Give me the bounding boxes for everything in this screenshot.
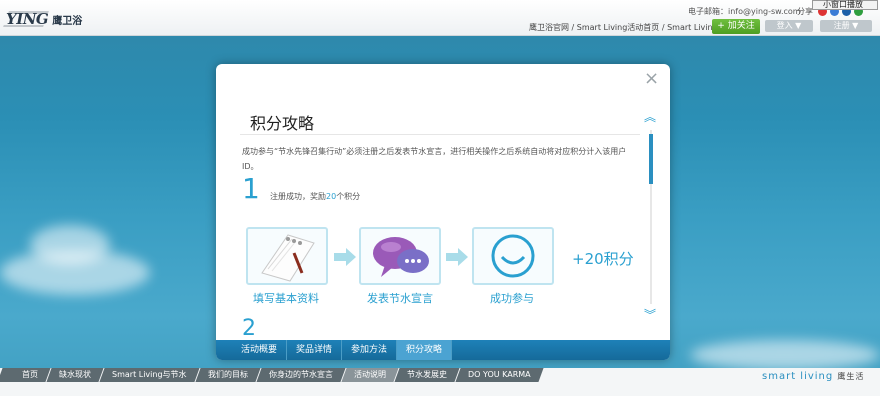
footer-nav-label: 我们的目标	[207, 370, 248, 379]
scroll-down-icon[interactable]: ︾	[644, 309, 656, 321]
notepad-icon	[246, 227, 328, 285]
footer-nav-label: 首页	[22, 370, 38, 379]
site-footer: 首页 缺水现状 Smart Living与节水 我们的目标 你身边的节水宣言 活…	[0, 368, 880, 396]
speech-bubbles-icon	[359, 227, 441, 285]
footer-nav-item[interactable]: DO YOU KARMA	[454, 368, 543, 382]
flow-arrow-tail	[446, 253, 458, 261]
step-1-text: 注册成功，奖励20个积分	[270, 191, 360, 202]
share-label: 分享	[797, 7, 813, 16]
tab-prizes[interactable]: 奖品详情	[287, 340, 343, 360]
scroll-up-icon[interactable]: ︽	[644, 111, 656, 123]
step-1-text-before: 注册成功，奖励	[270, 192, 326, 201]
login-button[interactable]: 登入 ▼	[765, 20, 813, 32]
footer-nav-label: Smart Living与节水	[112, 370, 187, 379]
step-1-text-after: 个积分	[336, 192, 361, 201]
breadcrumb[interactable]: 鹰卫浴官网 / Smart Living活动首页 / Smart Living微…	[529, 22, 734, 33]
flow-step-label: 发表节水宣言	[367, 292, 433, 305]
flow-arrow-icon	[346, 248, 356, 266]
modal-title: 积分攻略	[250, 114, 315, 133]
smile-icon	[472, 227, 554, 285]
footer-nav-item[interactable]: Smart Living与节水	[99, 368, 200, 382]
footer-nav-label: 活动说明	[353, 370, 386, 379]
logo-text: 鹰卫浴	[52, 15, 83, 27]
close-icon[interactable]: ×	[644, 70, 659, 88]
step-1-number: 1	[242, 172, 260, 205]
follow-button[interactable]: + 加关注	[712, 19, 760, 34]
footer-nav-label: 缺水现状	[59, 370, 91, 379]
popup-player-button[interactable]: 小窗口播放	[812, 0, 878, 10]
footer-nav-label: DO YOU KARMA	[467, 370, 531, 379]
footer-brand: smart living 鹰生活	[762, 371, 864, 382]
brand-cn-text: 鹰生活	[837, 372, 865, 381]
tab-how-to-join[interactable]: 参加方法	[342, 340, 398, 360]
site-header: YING 鹰卫浴 电子邮箱：info@ying-sw.com 分享 小窗口播放 …	[0, 0, 880, 36]
footer-nav: 首页 缺水现状 Smart Living与节水 我们的目标 你身边的节水宣言 活…	[0, 368, 543, 382]
title-divider	[240, 134, 640, 135]
modal-tab-bar: 活动概要 奖品详情 参加方法 积分攻略	[216, 340, 670, 360]
step-2-number: 2	[242, 316, 256, 341]
reward-points: +20积分	[572, 250, 634, 268]
footer-nav-label: 节水发展史	[406, 370, 447, 379]
footer-nav-label: 你身边的节水宣言	[268, 370, 333, 379]
modal-description: 成功参与“节水先锋召集行动”必须注册之后发表节水宣言，进行相关操作之后系统自动将…	[242, 147, 627, 171]
points-guide-modal: × 积分攻略 成功参与“节水先锋召集行动”必须注册之后发表节水宣言，进行相关操作…	[216, 64, 670, 360]
footer-nav-item[interactable]: 我们的目标	[194, 368, 261, 382]
footer-nav-item[interactable]: 节水发展史	[393, 368, 460, 382]
flow-arrow-icon	[458, 248, 468, 266]
site-logo[interactable]: YING 鹰卫浴	[3, 9, 83, 29]
brand-text: smart living	[762, 371, 834, 382]
flow-arrow-tail	[334, 253, 346, 261]
logo-stripes	[3, 11, 49, 27]
footer-nav-item[interactable]: 你身边的节水宣言	[255, 368, 346, 382]
contact-email: 电子邮箱：info@ying-sw.com	[688, 7, 801, 16]
cloud	[30, 225, 110, 265]
cloud	[690, 340, 880, 370]
footer-nav-item[interactable]: 缺水现状	[46, 368, 104, 382]
flow-step-label: 成功参与	[490, 292, 534, 305]
step-1-points: 20	[326, 192, 337, 201]
tab-points-guide[interactable]: 积分攻略	[397, 340, 453, 360]
tab-overview[interactable]: 活动概要	[232, 340, 288, 360]
register-button[interactable]: 注册 ▼	[820, 20, 872, 32]
footer-nav-item[interactable]: 首页	[0, 368, 51, 382]
footer-nav-item-active[interactable]: 活动说明	[340, 368, 399, 382]
scrollbar-thumb[interactable]	[649, 134, 653, 184]
flow-step-label: 填写基本资料	[253, 292, 319, 305]
